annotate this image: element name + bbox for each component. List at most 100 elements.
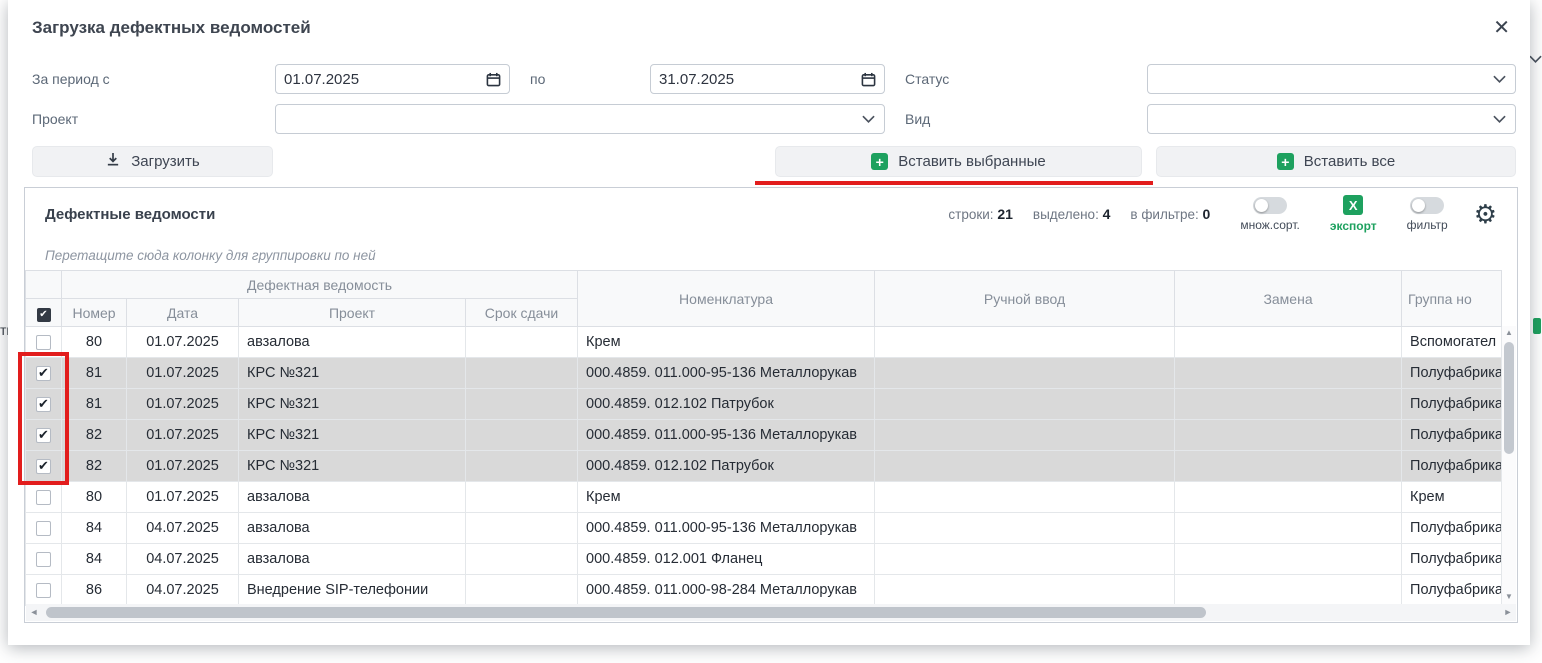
cell-nomenclature: 000.4859. 011.000-98-284 Металлорукав bbox=[578, 575, 875, 606]
scroll-down-icon[interactable]: ▼ bbox=[1502, 590, 1516, 604]
period-from-input[interactable] bbox=[275, 64, 510, 94]
cell-date: 01.07.2025 bbox=[127, 389, 239, 420]
cell-project: авзалова bbox=[239, 544, 466, 575]
vertical-scrollbar[interactable]: ▲ ▼ bbox=[1502, 326, 1516, 604]
calendar-icon[interactable] bbox=[486, 72, 501, 87]
table-row[interactable]: 81 01.07.2025 КРС №321 000.4859. 012.102… bbox=[26, 389, 1502, 420]
cell-nomenclature: Крем bbox=[578, 482, 875, 513]
load-button[interactable]: Загрузить bbox=[32, 146, 273, 177]
multisort-toggle[interactable] bbox=[1253, 197, 1287, 214]
scroll-up-icon[interactable]: ▲ bbox=[1502, 326, 1516, 340]
project-select[interactable] bbox=[275, 104, 885, 134]
row-checkbox[interactable] bbox=[36, 490, 51, 505]
cell-manual bbox=[875, 358, 1175, 389]
cell-number: 81 bbox=[62, 389, 127, 420]
col-header-replacement[interactable]: Замена bbox=[1175, 271, 1402, 327]
cell-group: Полуфабрика bbox=[1402, 451, 1502, 482]
column-group-header[interactable]: Дефектная ведомость bbox=[62, 271, 578, 299]
cell-due bbox=[466, 420, 578, 451]
background-export-fragment bbox=[1533, 318, 1541, 334]
table-row[interactable]: 84 04.07.2025 авзалова 000.4859. 011.000… bbox=[26, 513, 1502, 544]
excel-export-icon[interactable]: X bbox=[1343, 195, 1363, 215]
cell-project: авзалова bbox=[239, 327, 466, 358]
cell-date: 04.07.2025 bbox=[127, 575, 239, 606]
period-from-value[interactable] bbox=[284, 71, 444, 88]
panel-title: Дефектные ведомости bbox=[45, 206, 215, 223]
multisort-label: множ.сорт. bbox=[1240, 218, 1300, 232]
table-row[interactable]: 81 01.07.2025 КРС №321 000.4859. 011.000… bbox=[26, 358, 1502, 389]
row-checkbox[interactable] bbox=[36, 335, 51, 350]
horizontal-scroll-thumb[interactable] bbox=[46, 607, 1206, 618]
filter-toggle[interactable] bbox=[1410, 197, 1444, 214]
col-header-date[interactable]: Дата bbox=[127, 299, 239, 327]
chevron-down-icon bbox=[1493, 70, 1506, 88]
cell-nomenclature: Крем bbox=[578, 327, 875, 358]
cell-nomenclature: 000.4859. 012.102 Патрубок bbox=[578, 451, 875, 482]
empty-header-cell bbox=[26, 271, 62, 299]
cell-project: КРС №321 bbox=[239, 420, 466, 451]
export-block: X экспорт bbox=[1330, 195, 1377, 233]
cell-project: авзалова bbox=[239, 513, 466, 544]
filter-label: фильтр bbox=[1407, 218, 1448, 232]
group-header-row: Дефектная ведомость Номенклатура Ручной … bbox=[26, 271, 1502, 299]
export-label: экспорт bbox=[1330, 219, 1377, 233]
table-row[interactable]: 80 01.07.2025 авзалова Крем Вспомогател bbox=[26, 327, 1502, 358]
calendar-icon[interactable] bbox=[861, 72, 876, 87]
period-to-input[interactable] bbox=[650, 64, 885, 94]
cell-replacement bbox=[1175, 389, 1402, 420]
cell-group: Полуфабрика bbox=[1402, 420, 1502, 451]
table-row[interactable]: 82 01.07.2025 КРС №321 000.4859. 011.000… bbox=[26, 420, 1502, 451]
row-checkbox[interactable] bbox=[36, 521, 51, 536]
scroll-right-icon[interactable]: ► bbox=[1500, 604, 1516, 621]
cell-replacement bbox=[1175, 358, 1402, 389]
cell-date: 01.07.2025 bbox=[127, 358, 239, 389]
annotation-red-underline bbox=[755, 181, 1153, 185]
type-select[interactable] bbox=[1147, 104, 1516, 134]
table-row[interactable]: 86 04.07.2025 Внедрение SIP-телефонии 00… bbox=[26, 575, 1502, 606]
cell-nomenclature: 000.4859. 012.001 Фланец bbox=[578, 544, 875, 575]
cell-group: Крем bbox=[1402, 482, 1502, 513]
insert-all-button[interactable]: + Вставить все bbox=[1156, 146, 1516, 177]
table-row[interactable]: 80 01.07.2025 авзалова Крем Крем bbox=[26, 482, 1502, 513]
cell-replacement bbox=[1175, 451, 1402, 482]
insert-all-label: Вставить все bbox=[1304, 153, 1395, 170]
chevron-down-icon bbox=[1493, 110, 1506, 128]
scroll-left-icon[interactable]: ◄ bbox=[26, 604, 42, 621]
cell-date: 01.07.2025 bbox=[127, 482, 239, 513]
status-select[interactable] bbox=[1147, 64, 1516, 94]
cell-number: 84 bbox=[62, 513, 127, 544]
cell-project: авзалова bbox=[239, 482, 466, 513]
insert-selected-label: Вставить выбранные bbox=[898, 153, 1045, 170]
cell-group: Вспомогател bbox=[1402, 327, 1502, 358]
insert-selected-button[interactable]: + Вставить выбранные bbox=[775, 146, 1142, 177]
horizontal-scrollbar[interactable]: ◄ ► bbox=[26, 604, 1516, 621]
cell-manual bbox=[875, 544, 1175, 575]
col-header-due-date[interactable]: Срок сдачи bbox=[466, 299, 578, 327]
col-header-number[interactable]: Номер bbox=[62, 299, 127, 327]
row-checkbox[interactable] bbox=[36, 552, 51, 567]
vertical-scroll-thumb[interactable] bbox=[1504, 342, 1514, 454]
table-row[interactable]: 84 04.07.2025 авзалова 000.4859. 012.001… bbox=[26, 544, 1502, 575]
gear-icon[interactable]: ⚙ bbox=[1474, 201, 1497, 227]
period-to-value[interactable] bbox=[659, 71, 819, 88]
table-row[interactable]: 82 01.07.2025 КРС №321 000.4859. 012.102… bbox=[26, 451, 1502, 482]
period-from-label: За период с bbox=[32, 71, 275, 87]
cell-due bbox=[466, 575, 578, 606]
cell-number: 80 bbox=[62, 327, 127, 358]
col-header-project[interactable]: Проект bbox=[239, 299, 466, 327]
cell-due bbox=[466, 327, 578, 358]
cell-number: 84 bbox=[62, 544, 127, 575]
cell-nomenclature: 000.4859. 011.000-95-136 Металлорукав bbox=[578, 420, 875, 451]
dialog-title: Загрузка дефектных ведомостей bbox=[32, 18, 1506, 38]
col-header-nomenclature-group[interactable]: Группа но bbox=[1402, 271, 1502, 327]
group-by-hint: Перетащите сюда колонку для группировки … bbox=[25, 240, 1517, 270]
select-all-checkbox[interactable] bbox=[37, 308, 51, 322]
cell-manual bbox=[875, 327, 1175, 358]
row-checkbox[interactable] bbox=[36, 583, 51, 598]
dialog-load-defect-lists: Загрузка дефектных ведомостей ✕ За перио… bbox=[8, 0, 1530, 645]
cell-due bbox=[466, 482, 578, 513]
close-button[interactable]: ✕ bbox=[1489, 14, 1514, 42]
cell-group: Полуфабрика bbox=[1402, 575, 1502, 606]
col-header-manual-input[interactable]: Ручной ввод bbox=[875, 271, 1175, 327]
col-header-nomenclature[interactable]: Номенклатура bbox=[578, 271, 875, 327]
